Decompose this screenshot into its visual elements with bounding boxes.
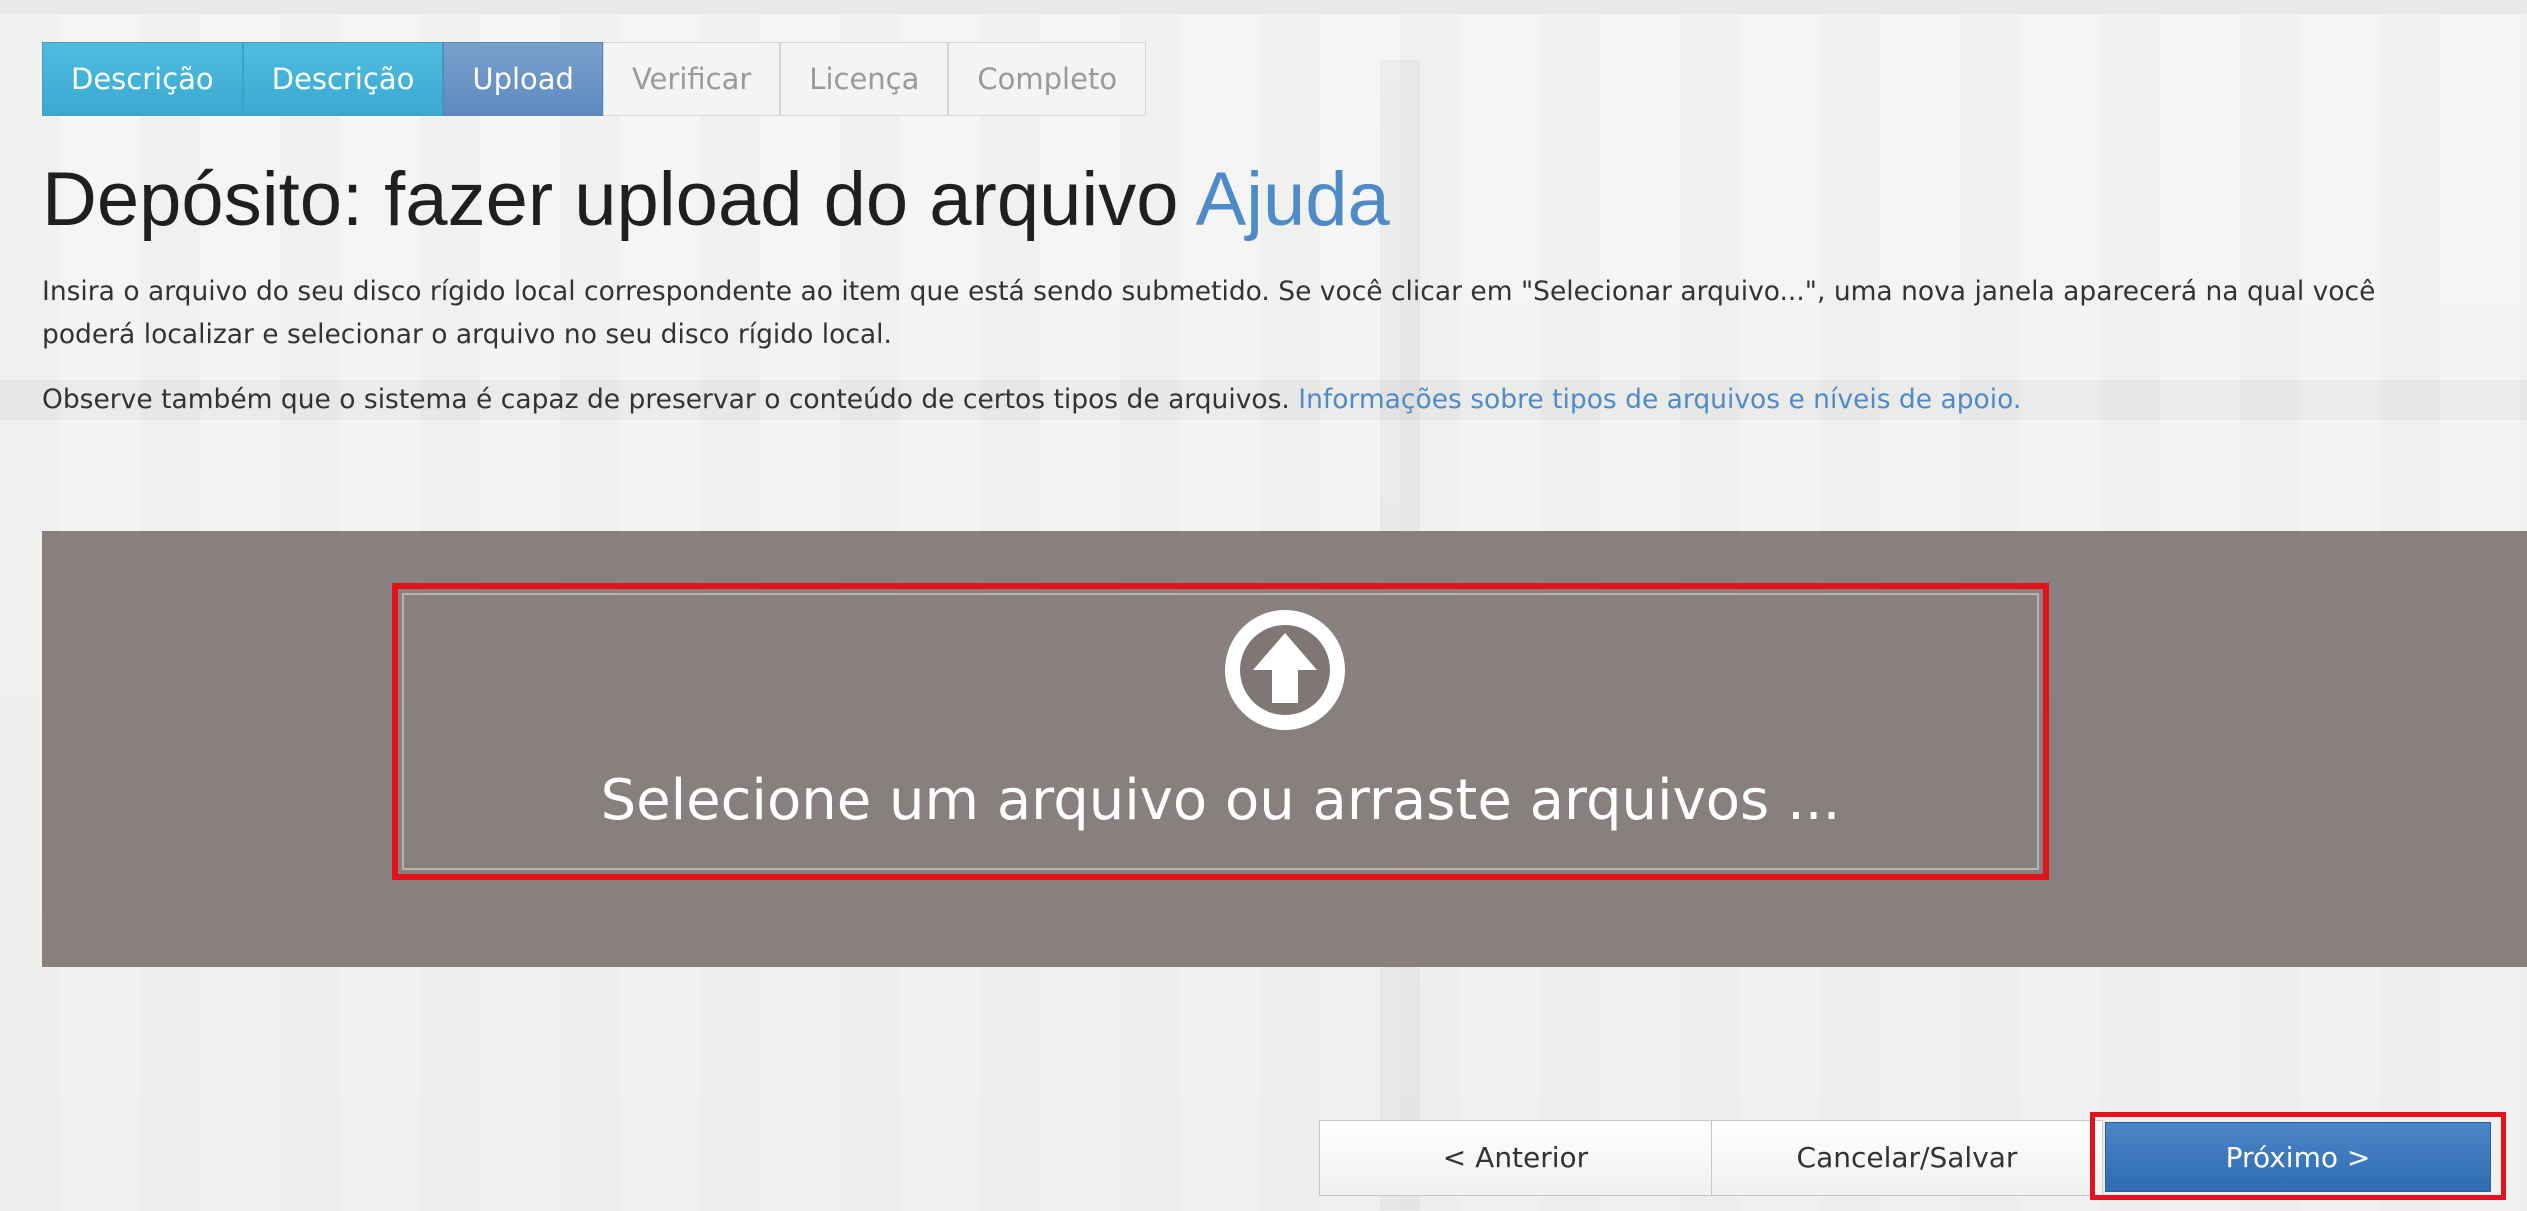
step-verify: Verificar (602, 42, 781, 116)
step-description-1[interactable]: Descrição (42, 42, 243, 116)
progress-steps: Descrição Descrição Upload Verificar Lic… (42, 42, 1147, 116)
step-license: Licença (780, 42, 949, 116)
instructions-line-2: poderá localizar e selecionar o arquivo … (42, 319, 892, 350)
help-link[interactable]: Ajuda (1195, 157, 1389, 242)
preserve-text: Observe também que o sistema é capaz de … (42, 384, 1290, 415)
cancel-save-button[interactable]: Cancelar/Salvar (1711, 1120, 2103, 1196)
dropzone-text[interactable]: Selecione um arquivo ou arraste arquivos… (392, 768, 2049, 833)
next-button[interactable]: Próximo > (2105, 1122, 2491, 1192)
step-upload[interactable]: Upload (443, 42, 603, 116)
step-complete: Completo (948, 42, 1147, 116)
preserve-note: Observe também que o sistema é capaz de … (42, 378, 2021, 421)
previous-button[interactable]: < Anterior (1319, 1120, 1712, 1196)
upload-arrow-icon[interactable] (1223, 608, 1347, 732)
step-description-2[interactable]: Descrição (242, 42, 444, 116)
top-strip (0, 0, 2527, 14)
file-types-link[interactable]: Informações sobre tipos de arquivos e ní… (1298, 384, 2021, 415)
page-title: Depósito: fazer upload do arquivo Ajuda (42, 156, 1390, 243)
page-title-text: Depósito: fazer upload do arquivo (42, 157, 1179, 242)
instructions-line-1: Insira o arquivo do seu disco rígido loc… (42, 276, 2376, 307)
next-button-highlight: Próximo > (2090, 1112, 2506, 1200)
file-dropzone[interactable] (392, 583, 2049, 880)
